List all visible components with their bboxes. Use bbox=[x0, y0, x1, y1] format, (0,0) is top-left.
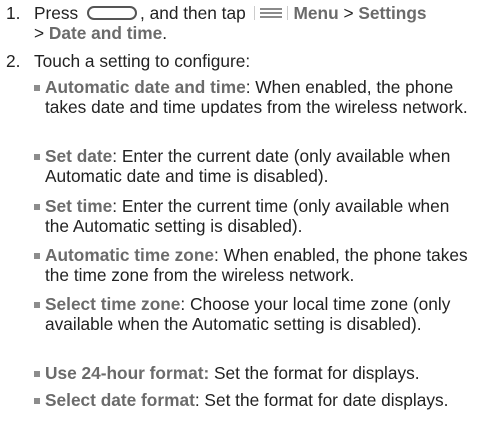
instructions-page: 1. Press , and then tap Menu > Settings … bbox=[0, 0, 483, 430]
menu-label: Menu bbox=[293, 3, 339, 23]
settings-label: Settings bbox=[358, 3, 427, 23]
bullet-icon bbox=[34, 85, 40, 91]
path-separator-1: > bbox=[338, 3, 359, 23]
bullet-label: Set date bbox=[45, 146, 113, 166]
bullet-text: : Set the format for date displays. bbox=[194, 390, 449, 410]
step-1-number: 1. bbox=[6, 3, 21, 23]
list-item-use-24-hour-format: Use 24-hour format: Set the format for d… bbox=[34, 363, 477, 384]
bullet-label: Use 24-hour format: bbox=[45, 363, 210, 383]
bullet-label: Automatic date and time bbox=[45, 77, 246, 97]
list-item-set-date: Set date: Enter the current date (only a… bbox=[34, 146, 477, 186]
bullet-label: Set time bbox=[45, 196, 113, 216]
step-1-text: Press , and then tap Menu > Settings > D… bbox=[34, 3, 483, 43]
list-item-select-date-format: Select date format: Set the format for d… bbox=[34, 390, 477, 411]
bullet-icon bbox=[34, 154, 40, 160]
step-1-period: . bbox=[162, 22, 168, 43]
bullet-icon bbox=[34, 398, 40, 404]
bullet-text: Set the format for displays. bbox=[209, 363, 420, 383]
date-and-time-label: Date and time bbox=[48, 22, 163, 43]
step-1-press-text: Press bbox=[34, 3, 79, 23]
bullet-icon bbox=[34, 253, 40, 259]
home-key-icon bbox=[87, 5, 137, 20]
list-item-select-time-zone: Select time zone: Choose your local time… bbox=[34, 294, 477, 334]
bullet-icon bbox=[34, 371, 40, 377]
list-item-set-time: Set time: Enter the current time (only a… bbox=[34, 196, 477, 236]
bullet-icon bbox=[34, 204, 40, 210]
bullet-label: Automatic time zone bbox=[45, 245, 214, 265]
step-2-text: Touch a setting to configure: bbox=[34, 51, 251, 71]
bullet-icon bbox=[34, 302, 40, 308]
menu-icon bbox=[253, 5, 288, 20]
step-1-then-tap-text: , and then tap bbox=[140, 3, 246, 23]
bullet-label: Select time zone bbox=[45, 294, 181, 314]
list-item-automatic-date-and-time: Automatic date and time: When enabled, t… bbox=[34, 77, 477, 117]
bullet-label: Select date format bbox=[45, 390, 195, 410]
path-separator-2: > bbox=[34, 22, 49, 43]
list-item-automatic-time-zone: Automatic time zone: When enabled, the p… bbox=[34, 245, 477, 285]
step-2-number: 2. bbox=[6, 51, 21, 71]
